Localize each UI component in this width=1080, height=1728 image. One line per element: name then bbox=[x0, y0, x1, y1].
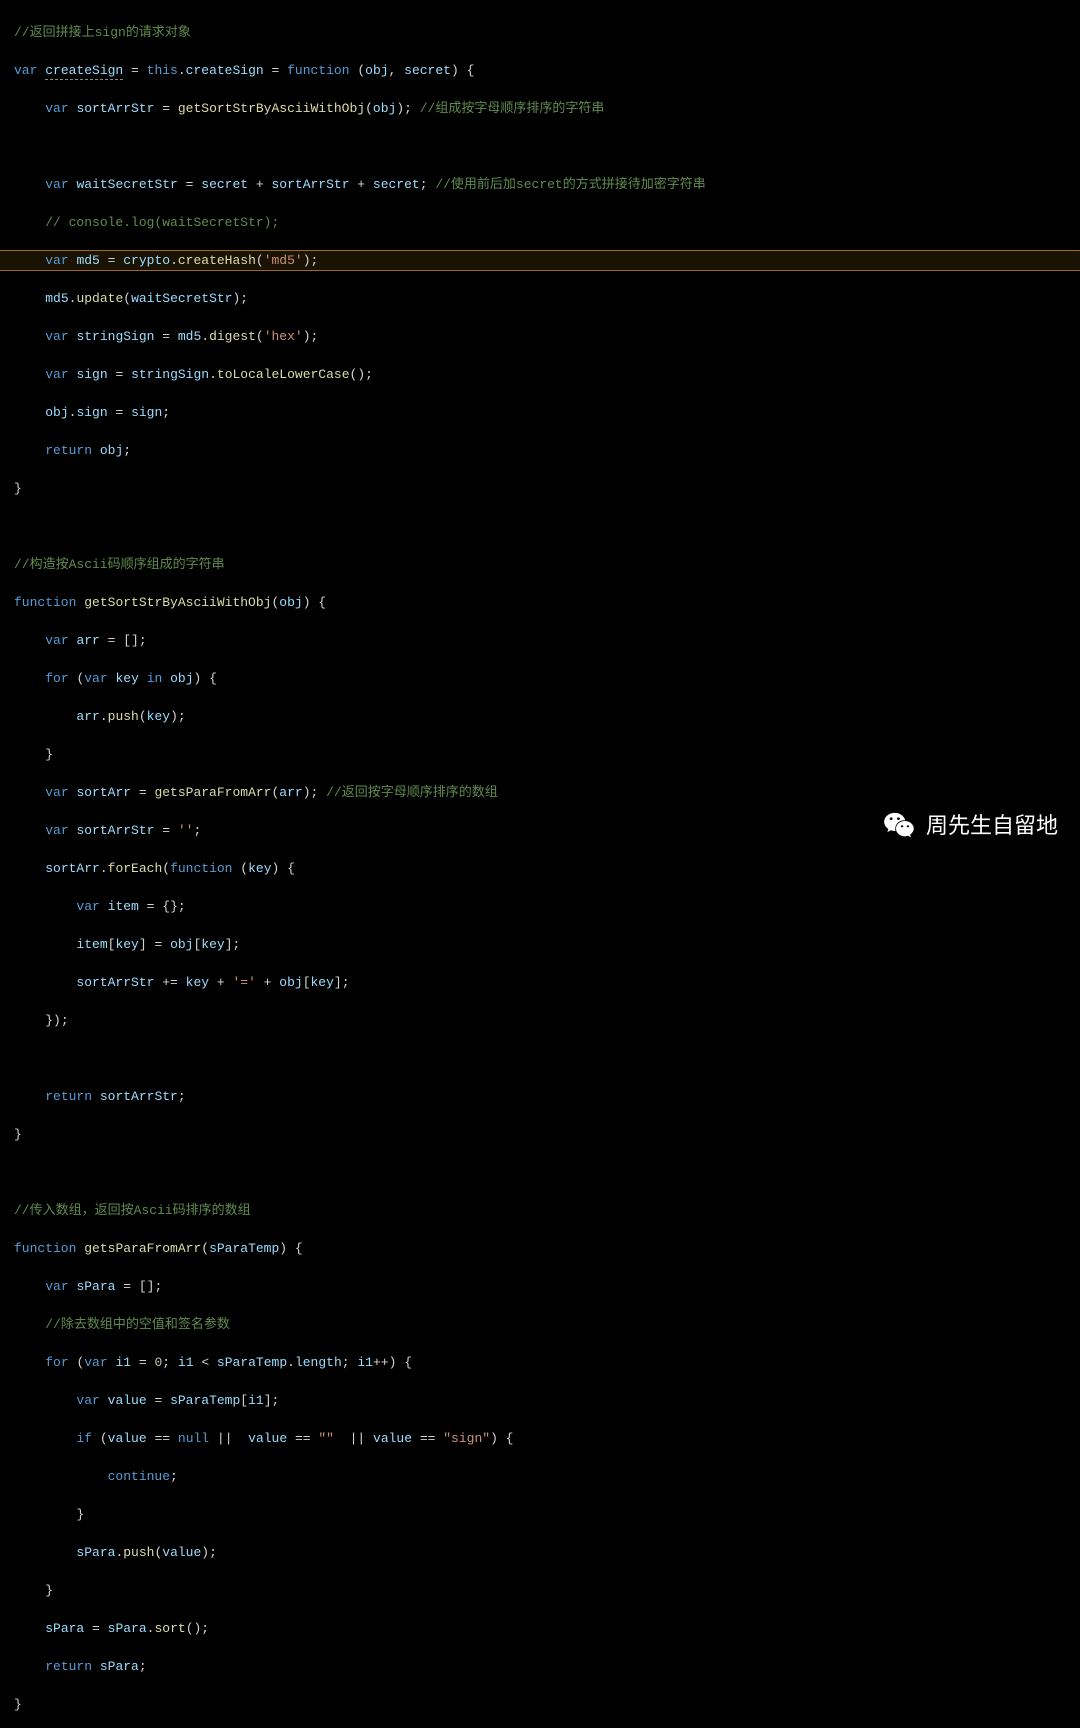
var-createSign: createSign bbox=[45, 63, 123, 80]
comment: //组成按字母顺序排序的字符串 bbox=[420, 101, 605, 116]
var-sortArrStr: sortArrStr bbox=[76, 101, 154, 116]
comment: //构造按Ascii码顺序组成的字符串 bbox=[14, 557, 225, 572]
comment: //返回拼接上sign的请求对象 bbox=[14, 25, 191, 40]
keyword-return: return bbox=[45, 443, 92, 458]
comment: // console.log(waitSecretStr); bbox=[45, 215, 279, 230]
var-sPara: sPara bbox=[76, 1279, 115, 1294]
wechat-icon bbox=[882, 808, 916, 842]
var-stringSign: stringSign bbox=[76, 329, 154, 344]
watermark: 周先生自留地 bbox=[882, 808, 1058, 842]
keyword-this: this bbox=[147, 63, 178, 78]
var-i1: i1 bbox=[115, 1355, 131, 1370]
var-sortArr: sortArr bbox=[76, 785, 131, 800]
keyword-continue: continue bbox=[108, 1469, 170, 1484]
var-item: item bbox=[108, 899, 139, 914]
comment: //传入数组，返回按Ascii码排序的数组 bbox=[14, 1203, 251, 1218]
fn-getsParaFromArr: getsParaFromArr bbox=[84, 1241, 201, 1256]
var-value: value bbox=[108, 1393, 147, 1408]
fn-call: getSortStrByAsciiWithObj bbox=[178, 101, 365, 116]
comment: //返回按字母顺序排序的数组 bbox=[326, 785, 498, 800]
code-editor[interactable]: //返回拼接上sign的请求对象 var createSign = this.c… bbox=[0, 0, 1080, 1728]
var-arr: arr bbox=[76, 633, 99, 648]
comment: //除去数组中的空值和签名参数 bbox=[45, 1317, 230, 1332]
var-sign: sign bbox=[76, 367, 107, 382]
comment: //使用前后加secret的方式拼接待加密字符串 bbox=[435, 177, 705, 192]
highlighted-line: var md5 = crypto.createHash('md5'); bbox=[0, 251, 1080, 270]
var-md5: md5 bbox=[76, 253, 99, 268]
watermark-text: 周先生自留地 bbox=[926, 816, 1058, 835]
keyword-for: for bbox=[45, 671, 68, 686]
keyword-var: var bbox=[14, 63, 37, 78]
keyword-if: if bbox=[76, 1431, 92, 1446]
var-waitSecretStr: waitSecretStr bbox=[76, 177, 177, 192]
fn-getSortStrByAsciiWithObj: getSortStrByAsciiWithObj bbox=[84, 595, 271, 610]
